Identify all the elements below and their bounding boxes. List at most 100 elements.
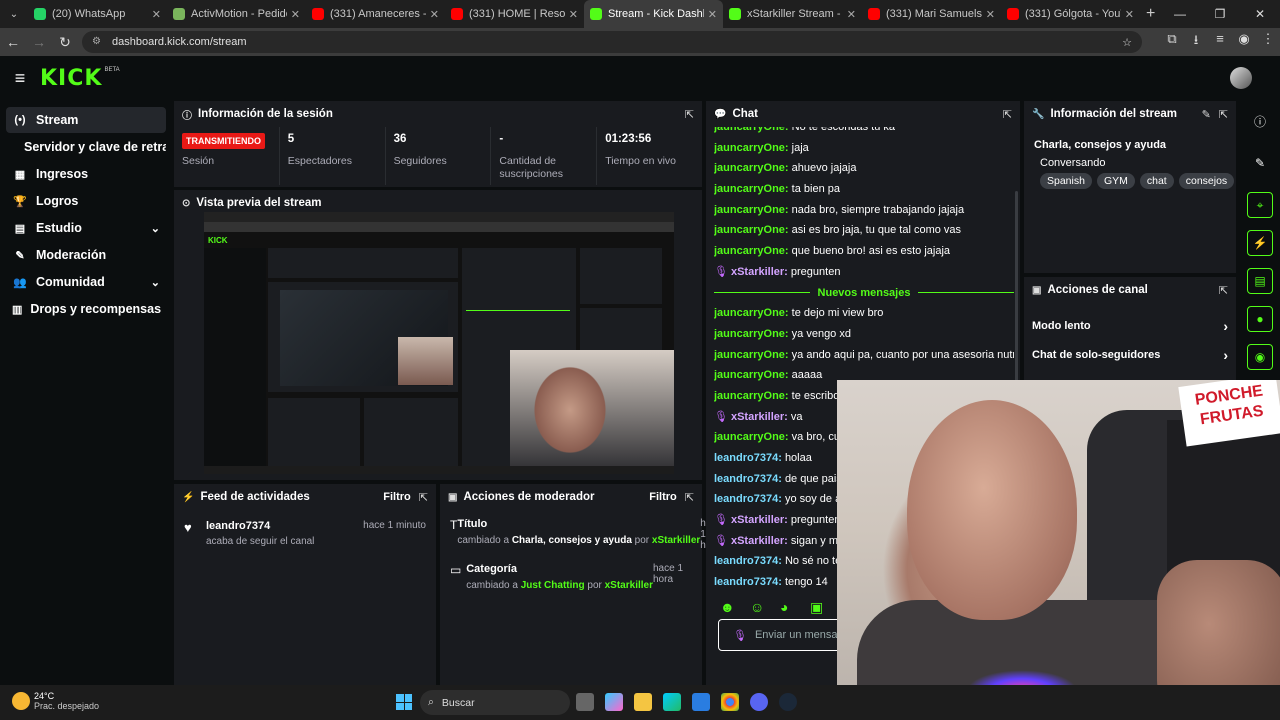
edit-icon[interactable]: ✎ (1202, 108, 1211, 121)
chat-username[interactable]: leandro7374: (714, 493, 782, 505)
sidebar-item[interactable]: 👥 Comunidad ⌄ (6, 269, 166, 295)
chat-username[interactable]: leandro7374: (714, 576, 782, 588)
chat-username[interactable]: jauncarryOne: (714, 307, 789, 319)
filter-button[interactable]: Filtro (649, 491, 677, 503)
expand-icon[interactable]: ⇱ (685, 491, 694, 504)
expand-icon[interactable]: ⇱ (1219, 284, 1228, 297)
discord-icon[interactable] (750, 693, 768, 711)
windows-start-icon[interactable] (396, 694, 412, 710)
close-tab-icon[interactable]: ✕ (986, 8, 995, 21)
close-tab-icon[interactable]: ✕ (708, 8, 717, 21)
emote-icon[interactable]: ☺ (750, 599, 768, 617)
chat-username[interactable]: jauncarryOne: (714, 369, 789, 381)
browser-tab[interactable]: (20) WhatsApp ✕ (28, 0, 167, 28)
bolt-icon[interactable]: ⚡ (1247, 230, 1273, 256)
raid-icon[interactable]: ⌖ (1247, 192, 1273, 218)
expand-icon[interactable]: ⇱ (419, 491, 428, 504)
chat-username[interactable]: jauncarryOne: (714, 183, 789, 195)
close-window-icon[interactable]: ✕ (1240, 0, 1280, 28)
slow-mode-item[interactable]: Modo lento › (1024, 311, 1236, 340)
filter-button[interactable]: Filtro (383, 491, 411, 503)
extensions-icon[interactable]: ⧉ (1160, 31, 1184, 53)
chat-bubble-icon[interactable]: ● (1247, 306, 1273, 332)
close-tab-icon[interactable]: ✕ (847, 8, 856, 21)
taskbar-search[interactable]: ⌕ Buscar (420, 690, 570, 715)
close-tab-icon[interactable]: ✕ (1125, 8, 1134, 21)
chat-username[interactable]: jauncarryOne: (714, 328, 789, 340)
avatar[interactable] (1230, 67, 1252, 89)
tag[interactable]: Spanish (1040, 173, 1092, 189)
followers-only-item[interactable]: Chat de solo-seguidores › (1024, 340, 1236, 369)
expand-icon[interactable]: ⇱ (1219, 108, 1228, 121)
sidebar-item[interactable]: ▥ Drops y recompensas (6, 296, 166, 322)
tag[interactable]: consejos (1178, 173, 1235, 189)
chat-username[interactable]: xStarkiller: (731, 266, 788, 278)
file-explorer-icon[interactable] (634, 693, 652, 711)
chat-username[interactable]: leandro7374: (714, 555, 782, 567)
url-input[interactable]: ⚙ dashboard.kick.com/stream ☆ (82, 31, 1142, 53)
chat-username[interactable]: jauncarryOne: (714, 224, 789, 236)
browser-tab[interactable]: xStarkiller Stream - Watch ✕ (723, 0, 862, 28)
emote-icon[interactable]: ▣ (810, 599, 828, 617)
profile-icon[interactable]: ◉ (1232, 31, 1256, 53)
expand-icon[interactable]: ⇱ (1003, 108, 1012, 121)
forward-icon[interactable]: → (26, 34, 52, 50)
sidebar-item[interactable]: 🏆 Logros (6, 188, 166, 214)
close-tab-icon[interactable]: ✕ (152, 8, 161, 21)
copilot-icon[interactable] (605, 693, 623, 711)
chrome-icon[interactable] (721, 693, 739, 711)
chat-username[interactable]: jauncarryOne: (714, 245, 789, 257)
close-tab-icon[interactable]: ✕ (430, 8, 439, 21)
chat-username[interactable]: xStarkiller: (731, 411, 788, 423)
weather-widget[interactable]: 24°C Prac. despejado (12, 691, 99, 711)
sidebar-item[interactable]: (•) Stream (6, 107, 166, 133)
category-name[interactable]: Conversando (1040, 157, 1234, 169)
emote-icon[interactable]: ◕ (780, 599, 798, 617)
info-icon[interactable]: ⓘ (1247, 108, 1273, 134)
site-info-icon[interactable]: ⚙ (92, 36, 104, 48)
bookmark-star-icon[interactable]: ☆ (1122, 36, 1132, 49)
tag[interactable]: chat (1139, 173, 1174, 189)
download-icon[interactable]: ⭳ (1184, 31, 1208, 53)
chevron-down-icon[interactable]: ⌄ (151, 276, 160, 289)
sidebar-item[interactable]: ▦ Ingresos (6, 161, 166, 187)
edit-icon[interactable]: ✎ (1247, 150, 1273, 176)
stream-preview-video[interactable]: KICK (204, 212, 674, 474)
tab-search-icon[interactable]: ⌄ (0, 0, 28, 28)
expand-icon[interactable]: ⇱ (685, 108, 694, 121)
chat-username[interactable]: jauncarryOne: (714, 390, 789, 402)
mod-action-by[interactable]: xStarkiller (605, 580, 653, 591)
minimize-icon[interactable]: — (1160, 0, 1200, 28)
store-icon[interactable] (692, 693, 710, 711)
browser-tab[interactable]: Stream - Kick Dashbo ✕ (584, 0, 723, 28)
steam-icon[interactable] (779, 693, 797, 711)
chat-username[interactable]: jauncarryOne: (714, 162, 789, 174)
chat-username[interactable]: jauncarryOne: (714, 349, 789, 361)
browser-tab[interactable]: (331) HOME | Resonan ✕ (445, 0, 584, 28)
browser-menu-icon[interactable]: ⋮ (1256, 31, 1280, 53)
menu-icon[interactable]: ≡ (0, 68, 40, 89)
back-icon[interactable]: ← (0, 34, 26, 50)
tag[interactable]: GYM (1096, 173, 1135, 189)
edge-icon[interactable] (663, 693, 681, 711)
browser-tab[interactable]: (331) Mari Samuelsen – M ✕ (862, 0, 1001, 28)
close-tab-icon[interactable]: ✕ (569, 8, 578, 21)
chat-username[interactable]: leandro7374: (714, 452, 782, 464)
browser-tab[interactable]: (331) Gólgota - YouTube ✕ (1001, 0, 1140, 28)
chat-username[interactable]: jauncarryOne: (714, 142, 789, 154)
restore-icon[interactable]: ❐ (1200, 0, 1240, 28)
sidebar-item[interactable]: Servidor y clave de retransmisión (6, 134, 166, 160)
reload-icon[interactable]: ↻ (52, 34, 78, 51)
task-view-icon[interactable] (576, 693, 594, 711)
chat-username[interactable]: xStarkiller: (731, 535, 788, 547)
activity-user[interactable]: leandro7374 (206, 520, 314, 532)
browser-tab[interactable]: (331) Amaneceres - YouTu ✕ (306, 0, 445, 28)
emote-icon[interactable]: ☻ (720, 599, 738, 617)
sidebar-item[interactable]: ✎ Moderación (6, 242, 166, 268)
broadcast-icon[interactable]: ◉ (1247, 344, 1273, 370)
mod-action-by[interactable]: xStarkiller (652, 535, 700, 546)
chevron-down-icon[interactable]: ⌄ (151, 222, 160, 235)
close-tab-icon[interactable]: ✕ (291, 8, 300, 21)
kick-logo[interactable]: KICK (40, 66, 102, 91)
clipboard-icon[interactable]: ▤ (1247, 268, 1273, 294)
